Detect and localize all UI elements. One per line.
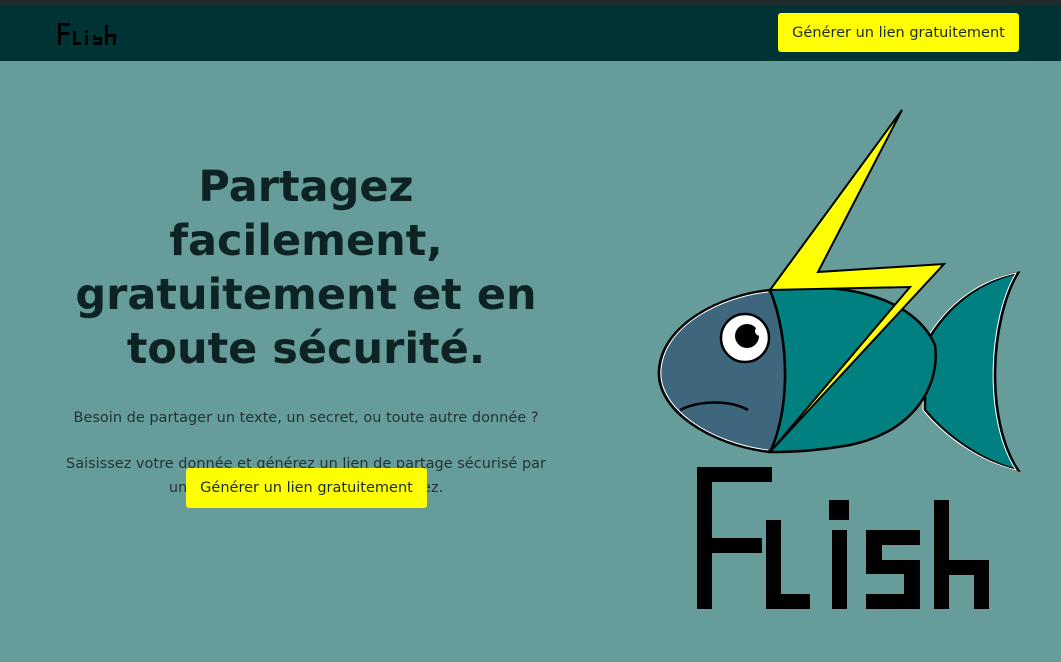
hero-title: Partagez facilement, gratuitement et en … <box>75 162 537 374</box>
sad-fish-lightning-icon <box>657 109 1021 609</box>
hero-section: Partagez facilement, gratuitement et en … <box>60 160 552 500</box>
flish-logo-icon[interactable] <box>56 17 120 51</box>
navbar: Générer un lien gratuitement <box>0 5 1061 61</box>
generate-link-hero-button[interactable]: Générer un lien gratuitement <box>186 468 427 508</box>
hero-subtitle: Besoin de partager un texte, un secret, … <box>73 410 539 426</box>
generate-link-nav-button[interactable]: Générer un lien gratuitement <box>778 13 1019 52</box>
